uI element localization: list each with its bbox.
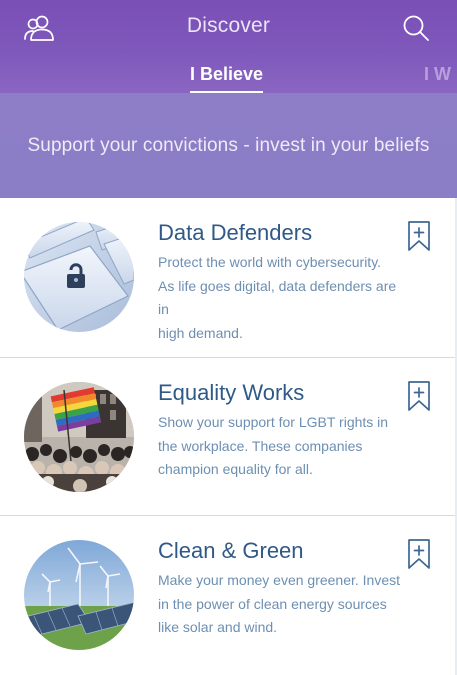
description-line: champion equality for all. [158, 461, 313, 477]
theme-description: Protect the world with cybersecurity. As… [158, 251, 408, 345]
keyboard-lock-key-image [24, 222, 134, 332]
theme-title: Clean & Green [158, 538, 304, 563]
tab-label: I W [424, 64, 451, 84]
tagline-banner: Support your convictions - invest in you… [0, 93, 457, 198]
description-line: high demand. [158, 324, 243, 341]
rainbow-flag-crowd-image [24, 382, 134, 492]
tab-next[interactable]: I W [424, 64, 451, 85]
bookmark-add-icon[interactable] [407, 380, 431, 412]
bookmark-add-icon[interactable] [407, 538, 431, 570]
theme-card-data-defenders[interactable]: Data Defenders Protect the world with cy… [0, 198, 457, 356]
category-tabs: I Believe I W [0, 64, 457, 94]
theme-description: Make your money even greener. Invest in … [158, 569, 408, 640]
page-title: Discover [186, 14, 271, 37]
theme-card-clean-green[interactable]: Clean & Green Make your money even green… [0, 515, 457, 673]
theme-description: Show your support for LGBT rights in the… [158, 411, 408, 482]
top-header: Discover I Believe I W [0, 0, 457, 93]
theme-title: Data Defenders [158, 220, 313, 245]
description-line: As life goes digital, data defenders are… [158, 277, 397, 318]
description-line: in the power of clean energy sources [158, 595, 387, 612]
description-line: Show your support for LGBT rights in [158, 414, 389, 430]
wind-turbines-solar-panels-image [24, 540, 134, 650]
tab-i-believe[interactable]: I Believe [190, 64, 264, 93]
tab-label: I Believe [190, 64, 264, 84]
theme-card-equality-works[interactable]: Equality Works Show your support for LGB… [0, 357, 457, 515]
search-icon[interactable] [398, 11, 434, 45]
theme-title: Equality Works [158, 380, 305, 405]
description-line: Make your money even greener. Invest [158, 572, 401, 588]
tagline-text: Support your convictions - invest in you… [27, 134, 430, 156]
bookmark-add-icon[interactable] [407, 220, 431, 252]
description-line: the workplace. These companies [158, 437, 363, 454]
description-line: like solar and wind. [158, 619, 278, 635]
description-line: Protect the world with cybersecurity. [158, 254, 382, 270]
